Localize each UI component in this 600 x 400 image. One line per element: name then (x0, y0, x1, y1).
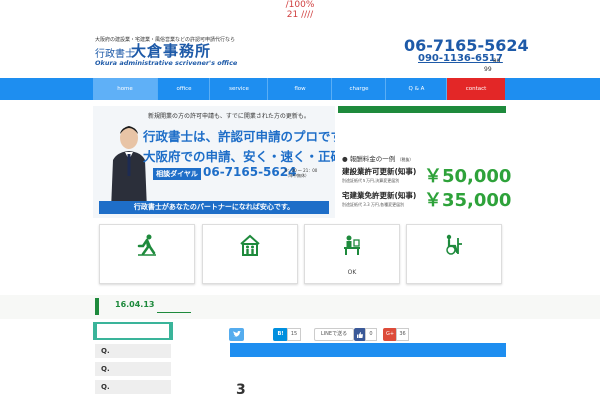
date-strip (0, 295, 600, 319)
sidebar-item-q1[interactable]: Q. (95, 344, 171, 358)
gplus-share-button[interactable]: G+ (383, 328, 397, 341)
hero-dial-hours: 9：00 〜 21：00 （年中無休） (285, 168, 317, 178)
twitter-bird-icon (232, 330, 241, 337)
sidebar-item-q3[interactable]: Q. (95, 380, 171, 394)
fees-panel[interactable]: ● 報酬料金の一例 （税抜） 建設業許可更新(知事) 別途証紙代５万円,決算変更… (338, 106, 511, 218)
service-cards: OK (93, 222, 506, 284)
office-worker-icon (344, 235, 360, 255)
nav-item-contact[interactable]: contact (446, 78, 505, 100)
article-heading-number: 3 (236, 382, 246, 398)
hero-bottom-bar: 行政書士があなたのパートナーになれば安心です。 (99, 201, 329, 214)
hero-intro-text: 新規開業の方の許可申請も、すでに開業された方の更新も。 (148, 113, 310, 120)
wheelchair-icon (446, 234, 462, 255)
hatena-bookmark-button[interactable]: B! (273, 328, 288, 341)
hero-dial-number[interactable]: 06-7165-5624 (203, 165, 296, 179)
facebook-count: 0 (365, 328, 377, 341)
nav-item-office[interactable]: office (157, 78, 210, 100)
phone-number-mobile[interactable]: 090-1136-6517 (418, 53, 503, 64)
phone-note: 99 (484, 66, 492, 73)
fee-sub-construction: 別途証紙代５万円,決算変更届別 (342, 178, 400, 183)
logo-title[interactable]: 大倉事務所 (131, 40, 211, 61)
fees-title-note: （税抜） (397, 157, 414, 162)
fee-price-realestate: ￥35,000 (424, 190, 512, 211)
fees-top-bar (338, 106, 506, 113)
hatena-count: 15 (287, 328, 301, 341)
top-notice: /100% 21 //// (0, 0, 600, 30)
service-card-realestate[interactable] (202, 224, 298, 284)
fee-sub-realestate: 別途証紙代 3.3 万円,各種変更届別 (342, 202, 405, 207)
phone-mobile-carrier: au (493, 57, 501, 64)
hero-headline-2: 大阪府での申請、安く・速く・正確に。 (143, 149, 335, 164)
post-date: 16.04.13 (115, 300, 155, 309)
fee-label-realestate: 宅建業免許更新(知事) (342, 191, 417, 200)
line-share-button[interactable]: LINEで送る (314, 328, 354, 341)
main-nav: home office service flow charge Q & A co… (0, 78, 600, 100)
sidebar-qa: Q. Q. Q. (93, 322, 173, 400)
hero-dial-hours-note: （年中無休） (285, 173, 309, 178)
notice-line1: /100% (285, 0, 315, 10)
sidebar-header-inner (97, 324, 169, 338)
logo-english-name: Okura administrative scrivener's office (95, 59, 238, 67)
date-marker (95, 298, 99, 315)
hero-banner[interactable]: 新規開業の方の許可申請も、すでに開業された方の更新も。 行政書士は、許認可申請の… (93, 106, 335, 218)
date-underline (157, 312, 191, 313)
fees-title: ● 報酬料金の一例 （税抜） (342, 153, 413, 163)
service-card-construction[interactable] (99, 224, 195, 284)
logo-small-text[interactable]: 行政書士 (95, 45, 135, 60)
nav-item-service[interactable]: service (209, 78, 268, 100)
hero-dial-label: 相談ダイヤル (153, 168, 201, 180)
facebook-thumb-icon (357, 331, 363, 338)
sidebar-item-q2[interactable]: Q. (95, 362, 171, 376)
hero-headline-1: 行政書士は、許認可申請のプロです。 (143, 129, 335, 144)
twitter-share-button[interactable] (229, 328, 244, 341)
service-card-welfare[interactable] (406, 224, 502, 284)
nav-item-home[interactable]: home (93, 78, 157, 100)
notice-line2: 21 //// (286, 10, 314, 20)
nav-item-qa[interactable]: Q & A (385, 78, 447, 100)
sidebar-header (93, 322, 173, 340)
article-header-bar (230, 343, 506, 357)
house-family-icon (240, 234, 260, 256)
fee-label-construction: 建設業許可更新(知事) (342, 167, 417, 176)
service-card-label: OK (347, 269, 357, 276)
service-card-business[interactable]: OK (304, 224, 400, 284)
gplus-count: 36 (396, 328, 409, 341)
nav-item-charge[interactable]: charge (331, 78, 386, 100)
running-person-icon (137, 234, 156, 256)
fee-price-construction: ￥50,000 (424, 166, 512, 187)
fees-title-text: ● 報酬料金の一例 (342, 155, 396, 163)
nav-item-flow[interactable]: flow (267, 78, 332, 100)
